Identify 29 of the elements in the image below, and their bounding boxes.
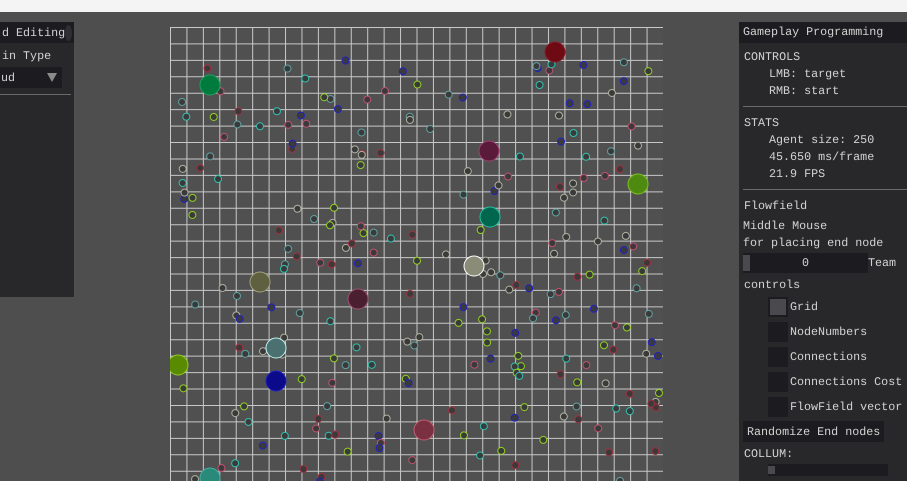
section-heading: STATS [743, 115, 780, 132]
slider-label: Team [868, 254, 896, 272]
checkbox-label[interactable]: Connections [790, 348, 868, 366]
team-slider[interactable]: 0 [743, 253, 868, 273]
section-heading: CONTROLS [743, 49, 802, 66]
panel-title: Gameplay Programming [739, 22, 907, 43]
checkbox-label[interactable]: Connections Cost [790, 374, 902, 390]
info-text: Agent size: 250 [768, 132, 876, 149]
section-heading: controls [743, 277, 802, 294]
collum-slider[interactable] [768, 464, 888, 476]
type-dropdown[interactable]: ud [0, 67, 62, 88]
info-text: LMB: target [768, 66, 848, 83]
field-label: in Type [1, 48, 52, 65]
checkbox-label[interactable]: Grid [790, 298, 818, 316]
slider-handle[interactable] [768, 466, 775, 474]
hint-text: Middle Mouse [743, 218, 828, 235]
panel-title: d Editing [2, 26, 66, 40]
caret-icon [47, 73, 57, 82]
checkbox[interactable] [768, 297, 788, 317]
section-heading: Flowfield [743, 198, 808, 215]
checkbox-label[interactable]: FlowField vector [790, 398, 902, 416]
section-heading: COLLUM: [743, 446, 794, 463]
slider-handle[interactable] [743, 255, 750, 271]
info-text: 21.9 FPS [768, 166, 826, 183]
info-text: 45.650 ms/frame [768, 149, 876, 166]
randomize-button[interactable]: Randomize End nodes [743, 421, 884, 442]
checkbox-label[interactable]: NodeNumbers [790, 324, 868, 340]
info-text: RMB: start [768, 83, 840, 100]
hint-text: for placing end node [743, 235, 884, 252]
